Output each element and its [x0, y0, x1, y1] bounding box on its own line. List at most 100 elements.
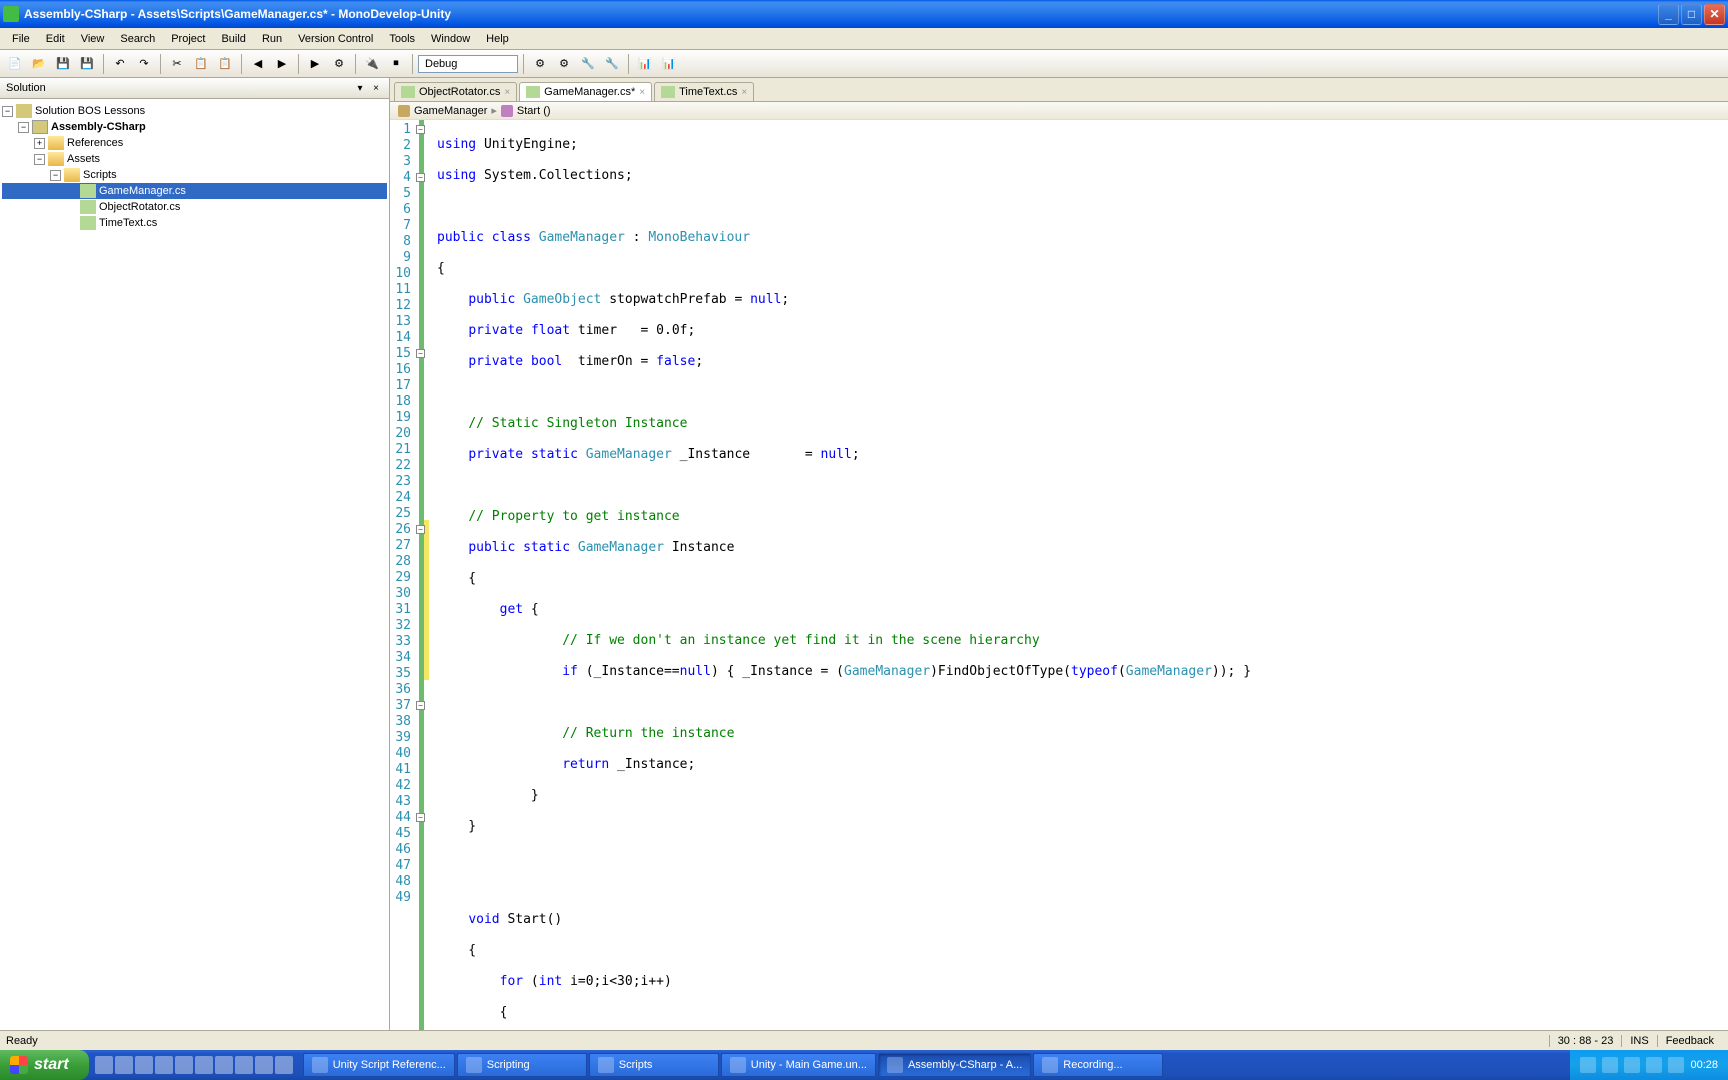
solution-header: Solution ▾ × — [0, 78, 389, 99]
redo-button[interactable]: ↷ — [133, 53, 155, 75]
attach-button[interactable]: 🔌 — [361, 53, 383, 75]
close-tab-icon[interactable]: × — [504, 87, 510, 98]
menu-build[interactable]: Build — [213, 31, 253, 47]
ql-icon[interactable] — [135, 1056, 153, 1074]
ql-icon[interactable] — [235, 1056, 253, 1074]
menu-file[interactable]: File — [4, 31, 38, 47]
tree-solution-root[interactable]: − Solution BOS Lessons — [2, 103, 387, 119]
cs-file-icon — [80, 184, 96, 198]
nav-fwd-button[interactable]: ▶ — [271, 53, 293, 75]
undo-button[interactable]: ↶ — [109, 53, 131, 75]
status-text: Ready — [6, 1035, 1549, 1047]
ql-icon[interactable] — [95, 1056, 113, 1074]
tray-icon[interactable] — [1668, 1057, 1684, 1073]
build-button[interactable]: ⚙ — [328, 53, 350, 75]
menu-run[interactable]: Run — [254, 31, 290, 47]
tool-2-button[interactable]: ⚙ — [553, 53, 575, 75]
maximize-button[interactable]: □ — [1681, 4, 1702, 25]
taskbar-task[interactable]: Assembly-CSharp - A... — [878, 1053, 1031, 1077]
menu-help[interactable]: Help — [478, 31, 517, 47]
ql-icon[interactable] — [255, 1056, 273, 1074]
ql-icon[interactable] — [155, 1056, 173, 1074]
taskbar-task[interactable]: Scripting — [457, 1053, 587, 1077]
status-position: 30 : 88 - 23 — [1549, 1035, 1622, 1047]
tab-timetext[interactable]: TimeText.cs × — [654, 82, 754, 101]
close-tab-icon[interactable]: × — [639, 87, 645, 98]
copy-button[interactable]: 📋 — [190, 53, 212, 75]
tab-objectrotator[interactable]: ObjectRotator.cs × — [394, 82, 517, 101]
config-dropdown[interactable]: Debug — [418, 55, 518, 73]
ql-icon[interactable] — [115, 1056, 133, 1074]
breadcrumb-class[interactable]: GameManager — [414, 105, 487, 117]
class-icon — [398, 105, 410, 117]
ql-icon[interactable] — [215, 1056, 233, 1074]
taskbar-task[interactable]: Recording... — [1033, 1053, 1163, 1077]
cs-file-icon — [80, 216, 96, 230]
new-file-button[interactable]: 📄 — [4, 53, 26, 75]
panel-options-button[interactable]: ▾ — [353, 81, 367, 95]
folder-icon — [64, 168, 80, 182]
menu-view[interactable]: View — [73, 31, 113, 47]
tool-5-button[interactable]: 📊 — [634, 53, 656, 75]
status-mode: INS — [1621, 1035, 1656, 1047]
panel-close-button[interactable]: × — [369, 81, 383, 95]
breadcrumb: GameManager ▸ Start () — [390, 102, 1728, 120]
folder-icon — [48, 136, 64, 150]
tree-toggle-icon[interactable]: − — [34, 154, 45, 165]
tray-icon[interactable] — [1624, 1057, 1640, 1073]
ql-icon[interactable] — [275, 1056, 293, 1074]
taskbar-task[interactable]: Unity Script Referenc... — [303, 1053, 455, 1077]
tree-references[interactable]: + References — [2, 135, 387, 151]
tree-toggle-icon[interactable]: + — [34, 138, 45, 149]
cut-button[interactable]: ✂ — [166, 53, 188, 75]
nav-back-button[interactable]: ◀ — [247, 53, 269, 75]
tool-6-button[interactable]: 📊 — [658, 53, 680, 75]
taskbar-task[interactable]: Scripts — [589, 1053, 719, 1077]
menu-search[interactable]: Search — [112, 31, 163, 47]
tree-label: TimeText.cs — [99, 217, 157, 229]
line-gutter: 1−23 4−56789 1011121314 15−16171819 2021… — [390, 120, 424, 1030]
tool-4-button[interactable]: 🔧 — [601, 53, 623, 75]
code-editor[interactable]: 1−23 4−56789 1011121314 15−16171819 2021… — [390, 120, 1728, 1030]
menu-tools[interactable]: Tools — [381, 31, 423, 47]
ql-icon[interactable] — [175, 1056, 193, 1074]
menu-edit[interactable]: Edit — [38, 31, 73, 47]
tree-toggle-icon[interactable]: − — [18, 122, 29, 133]
save-button[interactable]: 💾 — [52, 53, 74, 75]
taskbar-task[interactable]: Unity - Main Game.un... — [721, 1053, 876, 1077]
tray-icon[interactable] — [1602, 1057, 1618, 1073]
ql-icon[interactable] — [195, 1056, 213, 1074]
feedback-button[interactable]: Feedback — [1657, 1035, 1722, 1047]
menu-version-control[interactable]: Version Control — [290, 31, 381, 47]
tray-icon[interactable] — [1646, 1057, 1662, 1073]
stop-button[interactable]: ⏹ — [385, 53, 407, 75]
clock[interactable]: 00:28 — [1690, 1059, 1718, 1071]
open-button[interactable]: 📂 — [28, 53, 50, 75]
close-tab-icon[interactable]: × — [741, 87, 747, 98]
tree-file-objectrotator[interactable]: ObjectRotator.cs — [2, 199, 387, 215]
tree-toggle-icon[interactable]: − — [2, 106, 13, 117]
tool-3-button[interactable]: 🔧 — [577, 53, 599, 75]
minimize-button[interactable]: _ — [1658, 4, 1679, 25]
tree-file-gamemanager[interactable]: GameManager.cs — [2, 183, 387, 199]
tray-icon[interactable] — [1580, 1057, 1596, 1073]
run-button[interactable]: ▶ — [304, 53, 326, 75]
tool-1-button[interactable]: ⚙ — [529, 53, 551, 75]
save-all-button[interactable]: 💾 — [76, 53, 98, 75]
close-button[interactable]: ✕ — [1704, 4, 1725, 25]
project-icon — [32, 120, 48, 134]
task-label: Recording... — [1063, 1059, 1122, 1071]
tree-project[interactable]: − Assembly-CSharp — [2, 119, 387, 135]
code-content[interactable]: using UnityEngine; using System.Collecti… — [429, 120, 1353, 1030]
menu-project[interactable]: Project — [163, 31, 213, 47]
breadcrumb-method[interactable]: Start () — [517, 105, 551, 117]
menu-window[interactable]: Window — [423, 31, 478, 47]
tree-toggle-icon[interactable]: − — [50, 170, 61, 181]
start-button[interactable]: start — [0, 1050, 89, 1080]
paste-button[interactable]: 📋 — [214, 53, 236, 75]
tree-label: Scripts — [83, 169, 117, 181]
tree-scripts[interactable]: − Scripts — [2, 167, 387, 183]
tree-assets[interactable]: − Assets — [2, 151, 387, 167]
tree-file-timetext[interactable]: TimeText.cs — [2, 215, 387, 231]
tab-gamemanager[interactable]: GameManager.cs* × — [519, 82, 652, 101]
